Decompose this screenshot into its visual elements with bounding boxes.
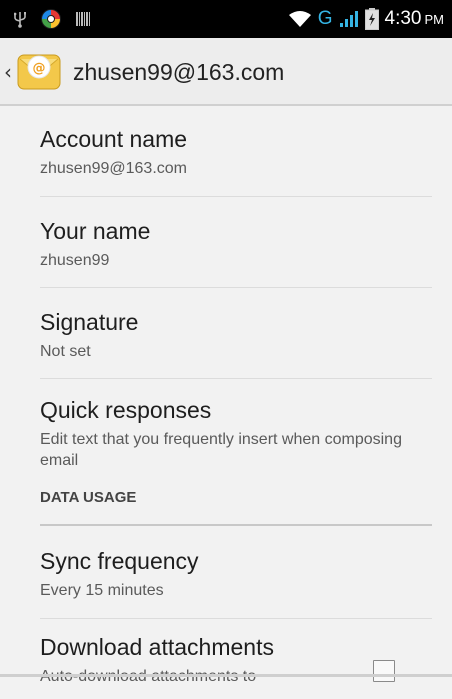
system-icons: G 4:30 PM	[288, 0, 444, 38]
sync-frequency-title: Sync frequency	[40, 548, 199, 574]
usb-icon	[14, 12, 26, 28]
clock-ampm: PM	[424, 12, 445, 27]
your-name-title: Your name	[40, 218, 151, 244]
svg-text:@: @	[33, 61, 46, 76]
status-bar: G 4:30 PM	[0, 0, 452, 38]
account-name-summary: zhusen99@163.com	[40, 160, 187, 177]
battery-icon	[364, 8, 379, 30]
email-app-icon: @	[17, 54, 61, 90]
download-attachments-checkbox[interactable]	[373, 660, 395, 682]
network-type-label: G	[317, 8, 333, 29]
signature-summary: Not set	[40, 343, 91, 360]
download-attachments-preference[interactable]: Download attachments Auto-download attac…	[40, 619, 432, 699]
account-title: zhusen99@163.com	[73, 58, 285, 85]
signature-title: Signature	[40, 309, 139, 335]
clock: 4:30 PM	[385, 8, 444, 30]
account-name-preference[interactable]: Account name zhusen99@163.com	[40, 106, 432, 197]
notification-icons	[14, 0, 90, 38]
your-name-preference[interactable]: Your name zhusen99	[40, 197, 432, 288]
app-notification-icon	[41, 9, 61, 29]
sync-frequency-summary: Every 15 minutes	[40, 582, 164, 599]
data-usage-category-header: DATA USAGE	[40, 487, 432, 526]
barcode-icon	[76, 12, 90, 26]
wifi-icon	[288, 11, 311, 27]
sync-frequency-preference[interactable]: Sync frequency Every 15 minutes	[40, 526, 432, 619]
clock-time: 4:30	[384, 8, 422, 29]
action-bar: ‹ @ zhusen99@163.com	[0, 38, 452, 106]
up-navigation-button[interactable]: ‹ @	[0, 38, 80, 106]
signature-preference[interactable]: Signature Not set	[40, 288, 432, 379]
quick-responses-preference[interactable]: Quick responses Edit text that you frequ…	[40, 379, 432, 487]
download-attachments-title: Download attachments	[40, 634, 274, 660]
settings-list: Account name zhusen99@163.com Your name …	[0, 106, 452, 699]
signal-icon	[339, 11, 358, 27]
quick-responses-title: Quick responses	[40, 397, 212, 423]
account-name-title: Account name	[40, 126, 188, 152]
chevron-left-icon: ‹	[4, 60, 12, 84]
quick-responses-summary: Edit text that you frequently insert whe…	[40, 431, 402, 469]
your-name-summary: zhusen99	[40, 252, 110, 269]
